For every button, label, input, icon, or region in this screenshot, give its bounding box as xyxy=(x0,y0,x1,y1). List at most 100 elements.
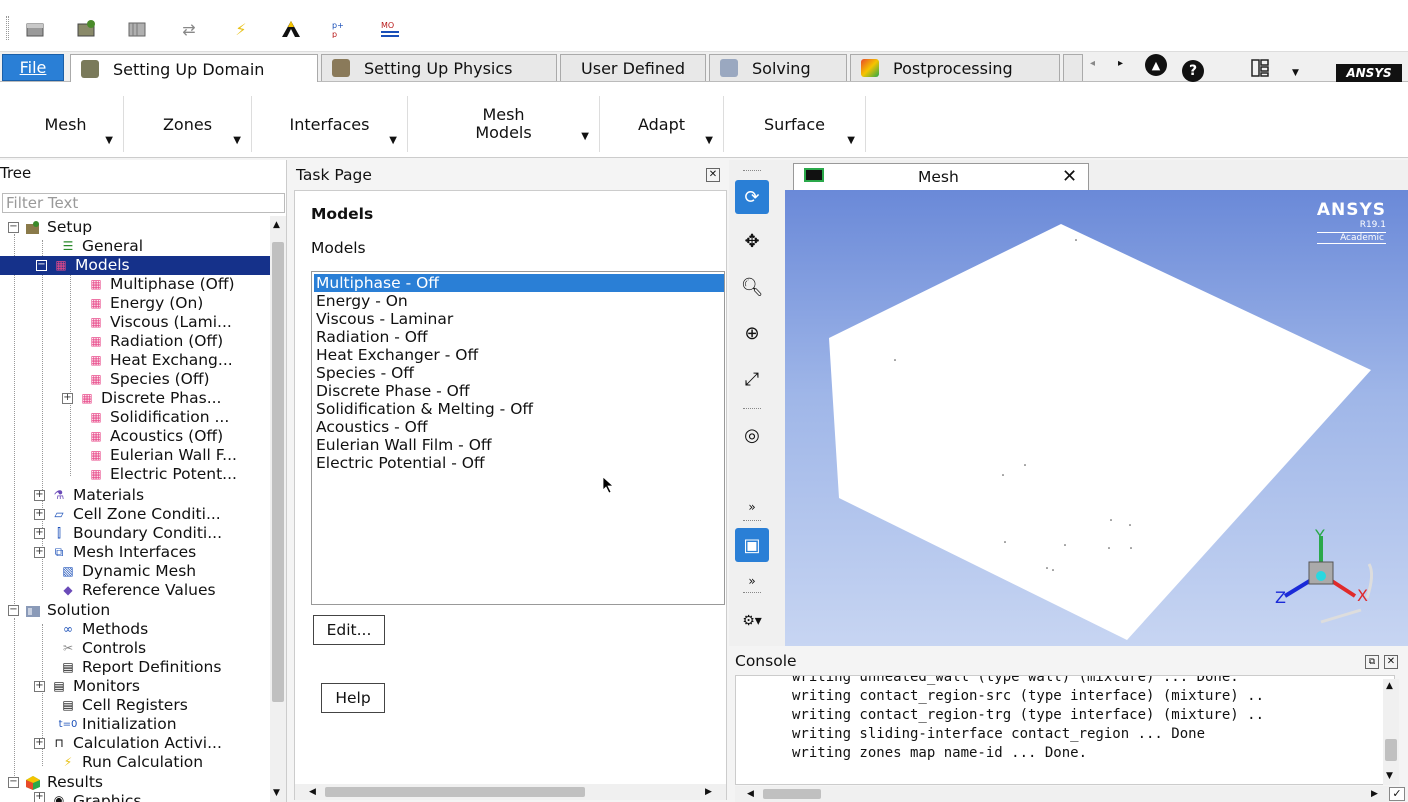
close-icon[interactable]: ✕ xyxy=(706,168,720,182)
probe-icon[interactable]: ⤢ xyxy=(735,362,769,396)
expand-icon[interactable]: + xyxy=(62,393,73,404)
ribbon-interfaces[interactable]: Interfaces ▼ xyxy=(252,96,408,152)
tree-node-electric-potential[interactable]: ▦ Electric Potent... xyxy=(88,465,237,484)
expand-icon[interactable]: + xyxy=(34,509,45,520)
console-output[interactable]: writing unheated_wall (type wall) (mixtu… xyxy=(735,675,1395,785)
float-icon[interactable]: ⧉ xyxy=(1365,655,1379,669)
graphics-viewport[interactable]: ANSYS R19.1 Academic Y X Z xyxy=(785,190,1408,646)
tree-node-run-calculation[interactable]: ⚡ Run Calculation xyxy=(60,753,203,772)
scroll-up-icon[interactable]: ▲ xyxy=(273,220,280,230)
edit-button[interactable]: Edit... xyxy=(313,615,385,645)
tab-mesh[interactable]: Mesh ✕ xyxy=(793,163,1089,190)
scroll-down-icon[interactable]: ▼ xyxy=(1386,771,1393,781)
tab-user-defined[interactable]: User Defined xyxy=(560,54,706,81)
journal-icon[interactable]: MO xyxy=(380,18,402,40)
tree-node-multiphase[interactable]: ▦ Multiphase (Off) xyxy=(88,275,234,294)
tree-node-models[interactable]: − ▦ Models xyxy=(0,256,270,275)
models-list-item[interactable]: Acoustics - Off xyxy=(316,418,428,436)
ribbon-mesh-models[interactable]: Mesh Models ▼ xyxy=(408,96,600,152)
tree-node-reference-values[interactable]: ◆ Reference Values xyxy=(60,581,215,600)
models-list[interactable]: Multiphase - Off Energy - On Viscous - L… xyxy=(311,271,725,605)
task-page-hscrollbar[interactable]: ◀ ▶ xyxy=(295,784,726,800)
tree-node-methods[interactable]: ∞ Methods xyxy=(60,620,148,639)
tree-node-results[interactable]: − Results xyxy=(8,773,103,792)
ribbon-adapt[interactable]: Adapt ▼ xyxy=(600,96,724,152)
read-data-icon[interactable] xyxy=(126,18,148,40)
scroll-left-icon[interactable]: ◀ xyxy=(309,787,316,797)
chevron-down-icon[interactable]: ▼ xyxy=(1292,68,1299,78)
tree-node-cell-zone-conditions[interactable]: + ▱ Cell Zone Conditi... xyxy=(34,505,221,524)
models-list-item[interactable]: Solidification & Melting - Off xyxy=(316,400,533,418)
tree-node-solution[interactable]: − Solution xyxy=(8,601,110,620)
pan-icon[interactable]: ✥ xyxy=(735,224,769,258)
help-icon[interactable]: ? xyxy=(1182,60,1204,82)
toolbar-grip[interactable] xyxy=(6,16,9,40)
scroll-right-icon[interactable]: ▶ xyxy=(705,787,712,797)
tree-node-viscous[interactable]: ▦ Viscous (Lami... xyxy=(88,313,232,332)
models-list-item[interactable]: Species - Off xyxy=(316,364,414,382)
tab-solving[interactable]: Solving xyxy=(709,54,847,81)
tree-filter-input[interactable]: Filter Text xyxy=(2,193,285,213)
models-list-item[interactable]: Electric Potential - Off xyxy=(316,454,485,472)
models-list-item[interactable]: Heat Exchanger - Off xyxy=(316,346,478,364)
autoscroll-checkbox[interactable]: ✓ xyxy=(1389,787,1405,801)
scroll-right-icon[interactable]: ▶ xyxy=(1371,789,1378,799)
ribbon-surface[interactable]: Surface ▼ xyxy=(724,96,866,152)
expand-icon[interactable]: + xyxy=(34,528,45,539)
refresh-icon[interactable]: ⇄ xyxy=(178,18,200,40)
rotate-icon[interactable]: ⟳ xyxy=(735,180,769,214)
models-list-item[interactable]: Energy - On xyxy=(316,292,408,310)
collapse-ribbon-icon[interactable]: ▲ xyxy=(1145,54,1167,76)
collapse-icon[interactable]: − xyxy=(36,260,47,271)
expand-icon[interactable]: + xyxy=(34,738,45,749)
tree-node-setup[interactable]: − Setup xyxy=(8,218,92,237)
scroll-left-icon[interactable]: ◀ xyxy=(747,789,754,799)
scroll-down-icon[interactable]: ▼ xyxy=(273,788,280,798)
models-list-item[interactable]: Multiphase - Off xyxy=(314,274,724,292)
console-hscrollbar[interactable]: ◀ ▶ xyxy=(735,786,1389,802)
tab-postprocessing[interactable]: Postprocessing xyxy=(850,54,1060,81)
task-page-scroll-thumb[interactable] xyxy=(325,787,585,797)
tree-node-radiation[interactable]: ▦ Radiation (Off) xyxy=(88,332,223,351)
tree-node-solidification[interactable]: ▦ Solidification ... xyxy=(88,408,229,427)
console-scroll-thumb[interactable] xyxy=(1385,739,1397,761)
collapse-icon[interactable]: − xyxy=(8,605,19,616)
collapse-icon[interactable]: − xyxy=(8,222,19,233)
zoom-in-out-icon[interactable]: 🔍︎ xyxy=(735,270,769,304)
tree-node-heat-exchanger[interactable]: ▦ Heat Exchang... xyxy=(88,351,232,370)
tree-node-discrete-phase[interactable]: + ▦ Discrete Phas... xyxy=(62,389,221,408)
tree-node-boundary-conditions[interactable]: + ⫿ Boundary Conditi... xyxy=(34,524,222,543)
console-scrollbar[interactable]: ▲ ▼ xyxy=(1383,679,1399,785)
models-list-item[interactable]: Viscous - Laminar xyxy=(316,310,453,328)
ribbon-zones[interactable]: Zones ▼ xyxy=(124,96,252,152)
scroll-up-icon[interactable]: ▲ xyxy=(1386,681,1393,691)
display-options-icon[interactable]: ⚙▾ xyxy=(735,604,769,638)
collapse-icon[interactable]: − xyxy=(8,777,19,788)
view-cube-icon[interactable]: ▣ xyxy=(735,528,769,562)
console-hscroll-thumb[interactable] xyxy=(763,789,821,799)
ansys-logo-icon[interactable] xyxy=(280,18,302,40)
models-list-item[interactable]: Eulerian Wall Film - Off xyxy=(316,436,492,454)
tree-node-cell-registers[interactable]: ▤ Cell Registers xyxy=(60,696,187,715)
zoom-to-area-icon[interactable]: ⊕ xyxy=(735,316,769,350)
help-button[interactable]: Help xyxy=(321,683,385,713)
tab-overflow[interactable] xyxy=(1063,54,1083,81)
close-icon[interactable]: ✕ xyxy=(1384,655,1398,669)
scroll-left-icon[interactable]: ◂ xyxy=(1090,58,1095,69)
tree-node-monitors[interactable]: + ▤ Monitors xyxy=(34,677,140,696)
ribbon-mesh[interactable]: Mesh ▼ xyxy=(8,96,124,152)
parameters-icon[interactable]: p+ p xyxy=(330,18,352,40)
tree-node-general[interactable]: ☰ General xyxy=(60,237,143,256)
expand-icon[interactable]: + xyxy=(34,681,45,692)
tree-node-materials[interactable]: + ⚗ Materials xyxy=(34,486,144,505)
tree-scrollbar[interactable]: ▲ ▼ xyxy=(270,216,286,802)
tab-file[interactable]: File xyxy=(2,54,64,81)
tab-setting-up-domain[interactable]: Setting Up Domain xyxy=(70,54,318,83)
tree-node-report-definitions[interactable]: ▤ Report Definitions xyxy=(60,658,221,677)
models-list-item[interactable]: Discrete Phase - Off xyxy=(316,382,470,400)
tree-node-controls[interactable]: ✂ Controls xyxy=(60,639,146,658)
expand-icon[interactable]: + xyxy=(34,792,45,802)
tree-node-eulerian-wall-film[interactable]: ▦ Eulerian Wall F... xyxy=(88,446,237,465)
open-case-icon[interactable] xyxy=(24,18,46,40)
tree-node-calculation-activities[interactable]: + ⊓ Calculation Activi... xyxy=(34,734,222,753)
